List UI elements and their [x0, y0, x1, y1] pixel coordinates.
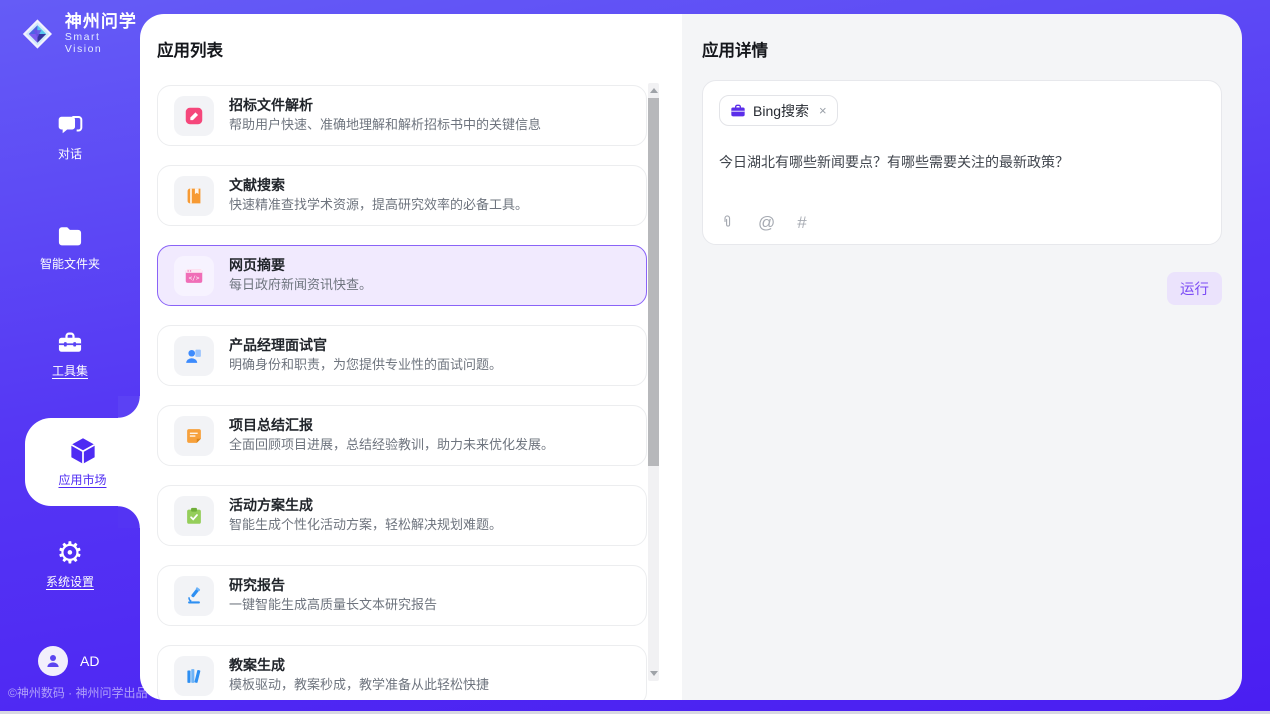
app-name: 文献搜索 — [229, 176, 528, 195]
app-name: 产品经理面试官 — [229, 336, 502, 355]
scrollbar[interactable] — [648, 83, 659, 681]
app-desc: 全面回顾项目进展，总结经验教训，助力未来优化发展。 — [229, 435, 554, 455]
run-button[interactable]: 运行 — [1167, 272, 1222, 305]
app-name: 教案生成 — [229, 656, 489, 675]
hash-icon[interactable]: # — [797, 214, 806, 232]
app-detail-pane: 应用详情 Bing搜索 × 今日湖北有哪些新闻要点？有哪些需要关注的最新政策？ … — [682, 14, 1242, 700]
sidebar-item-app-market[interactable]: 应用市场 — [25, 418, 140, 506]
note-icon — [174, 416, 214, 456]
sidebar-item-toolset[interactable]: 工具集 — [0, 329, 140, 379]
microscope-icon — [174, 576, 214, 616]
query-text[interactable]: 今日湖北有哪些新闻要点？有哪些需要关注的最新政策？ — [719, 152, 1205, 173]
brand-name: 神州问学 — [65, 12, 140, 31]
gear-icon: ⚙ — [57, 540, 84, 568]
app-card-research-report[interactable]: 研究报告 一键智能生成高质量长文本研究报告 — [157, 565, 647, 626]
query-card: Bing搜索 × 今日湖北有哪些新闻要点？有哪些需要关注的最新政策？ @ # — [702, 80, 1222, 245]
app-card-project-summary[interactable]: 项目总结汇报 全面回顾项目进展，总结经验教训，助力未来优化发展。 — [157, 405, 647, 466]
brand-logo: 神州问学 Smart Vision — [18, 12, 140, 55]
toolbox-icon — [56, 329, 84, 357]
sidebar-item-label: 应用市场 — [58, 471, 106, 488]
app-detail-title: 应用详情 — [702, 40, 1222, 62]
app-list: 招标文件解析 帮助用户快速、准确地理解和解析招标书中的关键信息 文献搜索 快速精… — [157, 85, 647, 700]
app-desc: 每日政府新闻资讯快查。 — [229, 275, 372, 295]
sidebar-item-label: 系统设置 — [46, 573, 94, 590]
app-list-title: 应用列表 — [157, 40, 682, 62]
svg-text:</>: </> — [189, 274, 200, 281]
cube-icon — [68, 436, 98, 466]
paperclip-icon[interactable] — [719, 213, 736, 232]
briefcase-icon — [730, 103, 746, 119]
tool-tag-label: Bing搜索 — [753, 101, 809, 121]
app-card-tender-parse[interactable]: 招标文件解析 帮助用户快速、准确地理解和解析招标书中的关键信息 — [157, 85, 647, 146]
sidebar-item-label: 智能文件夹 — [40, 255, 100, 272]
person-icon — [44, 652, 62, 670]
remove-tag-button[interactable]: × — [819, 103, 827, 118]
app-desc: 智能生成个性化活动方案，轻松解决规划难题。 — [229, 515, 502, 535]
app-card-literature-search[interactable]: 文献搜索 快速精准查找学术资源，提高研究效率的必备工具。 — [157, 165, 647, 226]
user-initials: AD — [80, 653, 99, 669]
scroll-down-arrow[interactable] — [650, 671, 658, 676]
webpage-code-icon: </> — [174, 256, 214, 296]
sidebar-item-label: 工具集 — [52, 362, 88, 379]
app-name: 网页摘要 — [229, 256, 372, 275]
content-panel: 应用列表 招标文件解析 帮助用户快速、准确地理解和解析招标书中的关键信息 — [140, 14, 1242, 700]
app-name: 活动方案生成 — [229, 496, 502, 515]
active-tab-curve-top — [118, 396, 140, 418]
app-card-activity-plan[interactable]: 活动方案生成 智能生成个性化活动方案，轻松解决规划难题。 — [157, 485, 647, 546]
app-desc: 帮助用户快速、准确地理解和解析招标书中的关键信息 — [229, 115, 541, 135]
app-desc: 快速精准查找学术资源，提高研究效率的必备工具。 — [229, 195, 528, 215]
sidebar-item-chat[interactable]: 对话 — [0, 112, 140, 162]
app-desc: 模板驱动，教案秒成，教学准备从此轻松快捷 — [229, 675, 489, 695]
app-desc: 明确身份和职责，为您提供专业性的面试问题。 — [229, 355, 502, 375]
active-tab-curve-bottom — [118, 506, 140, 528]
sidebar-item-settings[interactable]: ⚙ 系统设置 — [0, 540, 140, 590]
avatar — [38, 646, 68, 676]
app-name: 招标文件解析 — [229, 96, 541, 115]
clipboard-check-icon — [174, 496, 214, 536]
run-row: 运行 — [702, 272, 1222, 305]
app-list-pane: 应用列表 招标文件解析 帮助用户快速、准确地理解和解析招标书中的关键信息 — [140, 14, 682, 700]
copyright-text: ©神州数码 · 神州问学出品 — [8, 684, 142, 701]
app-desc: 一键智能生成高质量长文本研究报告 — [229, 595, 437, 615]
chat-icon — [56, 112, 84, 140]
interviewer-icon — [174, 336, 214, 376]
sidebar: 神州问学 Smart Vision 对话 智能文件夹 工具集 — [0, 0, 140, 714]
app-name: 项目总结汇报 — [229, 416, 554, 435]
sidebar-item-label: 对话 — [58, 145, 82, 162]
scrollbar-thumb[interactable] — [648, 98, 659, 466]
tender-doc-icon — [174, 96, 214, 136]
mention-icon[interactable]: @ — [758, 214, 775, 232]
brand-diamond-icon — [18, 14, 57, 54]
sidebar-item-smart-folder[interactable]: 智能文件夹 — [0, 222, 140, 272]
brand-subtitle: Smart Vision — [65, 31, 140, 55]
books-icon — [174, 656, 214, 696]
app-card-webpage-summary[interactable]: </> 网页摘要 每日政府新闻资讯快查。 — [157, 245, 647, 306]
user-profile[interactable]: AD — [38, 646, 99, 676]
app-card-pm-interviewer[interactable]: 产品经理面试官 明确身份和职责，为您提供专业性的面试问题。 — [157, 325, 647, 386]
tool-tag-bing-search[interactable]: Bing搜索 × — [719, 95, 838, 126]
literature-book-icon — [174, 176, 214, 216]
app-card-lesson-plan[interactable]: 教案生成 模板驱动，教案秒成，教学准备从此轻松快捷 — [157, 645, 647, 700]
scroll-up-arrow[interactable] — [650, 88, 658, 93]
attachment-toolbar: @ # — [719, 213, 807, 232]
app-name: 研究报告 — [229, 576, 437, 595]
folder-icon — [56, 222, 84, 250]
